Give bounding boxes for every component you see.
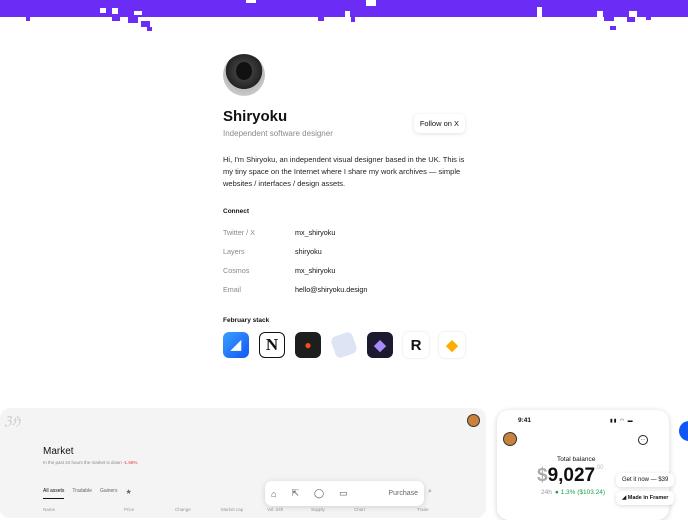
status-icons: ▮▮ ◠ ▬: [610, 418, 634, 424]
column-header: Name: [43, 507, 56, 512]
figma-icon[interactable]: ●: [295, 332, 321, 358]
balance-change: 24h ● 1.3% ($103.24): [541, 489, 606, 496]
more-icon[interactable]: ···: [638, 435, 648, 445]
connect-value[interactable]: mx_shiryoku: [295, 266, 335, 275]
total-balance-value: $9,027.00: [537, 465, 604, 486]
purchase-button[interactable]: Purchase: [388, 490, 418, 497]
bottom-dock: ⌂ ⇱ ◯ ▭ Purchase: [265, 481, 424, 506]
framer-icon[interactable]: ◢: [223, 332, 249, 358]
connect-value[interactable]: hello@shiryoku.design: [295, 285, 367, 294]
store-icon[interactable]: ▭: [339, 488, 348, 499]
raycast-icon[interactable]: R: [403, 332, 429, 358]
connect-row-twitter[interactable]: Twitter / X mx_shiryoku: [223, 223, 465, 242]
sketch-icon[interactable]: ◆: [439, 332, 465, 358]
arrow-up-icon: ●: [554, 489, 559, 496]
market-table-header: Name Price Change Market cap Vol. 24h Su…: [43, 507, 429, 512]
market-tabs: All assets Tradable Gainers ★: [43, 488, 132, 499]
chat-icon[interactable]: ◯: [314, 488, 324, 499]
connect-heading: Connect: [223, 208, 249, 215]
market-change: -1.66%: [123, 460, 138, 465]
connect-key: Cosmos: [223, 266, 250, 275]
column-header: Trade: [417, 507, 429, 512]
tab-gainers[interactable]: Gainers: [100, 488, 118, 499]
market-title: Market: [43, 446, 74, 457]
profile-bio: Hi, I'm Shiryoku, an independent visual …: [223, 155, 465, 188]
star-icon[interactable]: ★: [125, 488, 131, 499]
column-header: Price: [124, 507, 135, 512]
framer-icon: ◢: [622, 495, 627, 501]
column-header: Supply: [311, 507, 325, 512]
profile-card: Shiryoku Independent software designer F…: [223, 54, 465, 360]
tab-tradable[interactable]: Tradable: [72, 488, 92, 499]
obsidian-icon[interactable]: ◆: [367, 332, 393, 358]
avatar[interactable]: [467, 414, 480, 427]
total-balance-label: Total balance: [557, 456, 596, 463]
connect-key: Layers: [223, 247, 245, 256]
connect-row-email[interactable]: Email hello@shiryoku.design: [223, 280, 465, 299]
connect-row-layers[interactable]: Layers shiryoku: [223, 242, 465, 261]
column-header: Market cap: [221, 507, 244, 512]
connect-key: Email: [223, 285, 241, 294]
home-icon[interactable]: ⌂: [271, 489, 276, 499]
column-header: Vol. 24h: [267, 507, 284, 512]
app-logo-icon: ℨℌ: [4, 414, 21, 428]
market-subtitle: In the past 24 hours the market is down …: [43, 460, 138, 465]
status-time: 9:41: [518, 417, 532, 424]
profile-avatar: [223, 54, 265, 96]
notion-icon[interactable]: N: [259, 332, 285, 358]
pixel-header: [0, 0, 688, 32]
cursor-icon[interactable]: ⇱: [291, 488, 299, 499]
linear-icon[interactable]: [329, 330, 359, 360]
connect-value[interactable]: shiryoku: [295, 247, 322, 256]
search-icon[interactable]: ⌕: [428, 488, 432, 496]
avatar[interactable]: [503, 432, 517, 446]
column-header: Change: [175, 507, 191, 512]
connect-list: Twitter / X mx_shiryoku Layers shiryoku Co…: [223, 223, 465, 299]
get-it-now-button[interactable]: Get it now — $39: [616, 473, 675, 487]
column-header: Chart: [354, 507, 366, 512]
stack-heading: February stack: [223, 317, 270, 324]
follow-on-x-button[interactable]: Follow on X: [413, 114, 465, 133]
connect-value[interactable]: mx_shiryoku: [295, 228, 335, 237]
tab-all-assets[interactable]: All assets: [43, 488, 65, 499]
made-in-framer-badge[interactable]: ◢ Made in Framer: [616, 491, 675, 505]
blue-circle-icon: [679, 421, 688, 441]
connect-row-cosmos[interactable]: Cosmos mx_shiryoku: [223, 261, 465, 280]
stack-list: ◢ N ● ◆ R ◆: [223, 330, 465, 360]
connect-key: Twitter / X: [223, 228, 255, 237]
